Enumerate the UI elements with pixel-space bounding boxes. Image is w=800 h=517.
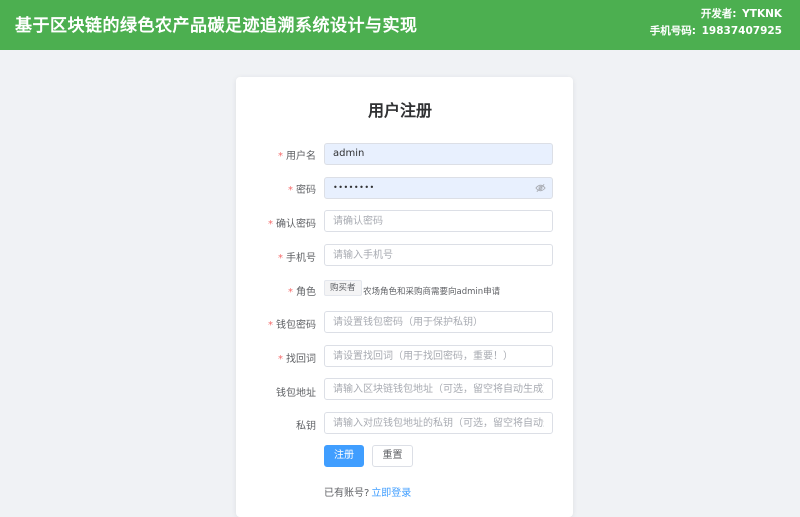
required-mark: *: [268, 320, 273, 331]
role-tag-buyer[interactable]: 购买者: [324, 280, 362, 296]
username-label: * 用户名: [278, 151, 316, 162]
password-label: * 密码: [288, 185, 316, 196]
register-button[interactable]: 注册: [324, 445, 364, 467]
confirm-password-label: * 确认密码: [268, 219, 316, 230]
developer-info: 开发者: YTKNK 手机号码: 19837407925: [650, 6, 782, 40]
wallet-password-input[interactable]: [324, 311, 553, 333]
confirm-password-input[interactable]: [324, 210, 553, 232]
wallet-password-label: * 钱包密码: [268, 320, 316, 331]
role-label: * 角色: [288, 287, 316, 298]
have-account-text: 已有账号?: [324, 488, 370, 499]
required-mark: *: [288, 287, 293, 298]
top-header-bar: 基于区块链的绿色农产品碳足迹追溯系统设计与实现 开发者: YTKNK 手机号码:…: [0, 0, 800, 50]
private-key-input[interactable]: [324, 412, 553, 434]
login-prompt: 已有账号? 立即登录: [324, 484, 411, 499]
username-input[interactable]: admin: [324, 143, 553, 165]
required-mark: *: [278, 151, 283, 162]
form-title: 用户注册: [367, 101, 432, 120]
required-mark: *: [288, 185, 293, 196]
role-hint-text: 农场角色和采购商需要向admin申请: [363, 287, 501, 297]
developer-label: 开发者:: [700, 8, 737, 20]
private-key-label: 私钥: [296, 421, 316, 432]
confirm-password-field[interactable]: [333, 211, 544, 231]
wallet-password-field[interactable]: [333, 312, 544, 332]
wallet-address-field[interactable]: [333, 379, 544, 399]
recovery-phrase-field[interactable]: [333, 346, 544, 366]
wallet-address-label: 钱包地址: [276, 388, 316, 399]
phone-field[interactable]: [333, 245, 544, 265]
reset-button[interactable]: 重置: [372, 445, 413, 467]
phone-input[interactable]: [324, 244, 553, 266]
required-mark: *: [278, 354, 283, 365]
password-input[interactable]: ••••••••: [324, 177, 553, 199]
recovery-phrase-label: * 找回词: [278, 354, 316, 365]
wallet-address-input[interactable]: [324, 378, 553, 400]
phone-label: 手机号码:: [649, 25, 696, 37]
eye-off-icon[interactable]: [535, 183, 546, 193]
required-mark: *: [268, 219, 273, 230]
app-title: 基于区块链的绿色农产品碳足迹追溯系统设计与实现: [15, 16, 418, 36]
login-link[interactable]: 立即登录: [371, 488, 411, 499]
required-mark: *: [278, 253, 283, 264]
phone-label: * 手机号: [278, 253, 316, 264]
developer-name: YTKNK: [742, 8, 782, 20]
private-key-field[interactable]: [333, 413, 544, 433]
phone-value: 19837407925: [701, 25, 782, 37]
recovery-phrase-input[interactable]: [324, 345, 553, 367]
